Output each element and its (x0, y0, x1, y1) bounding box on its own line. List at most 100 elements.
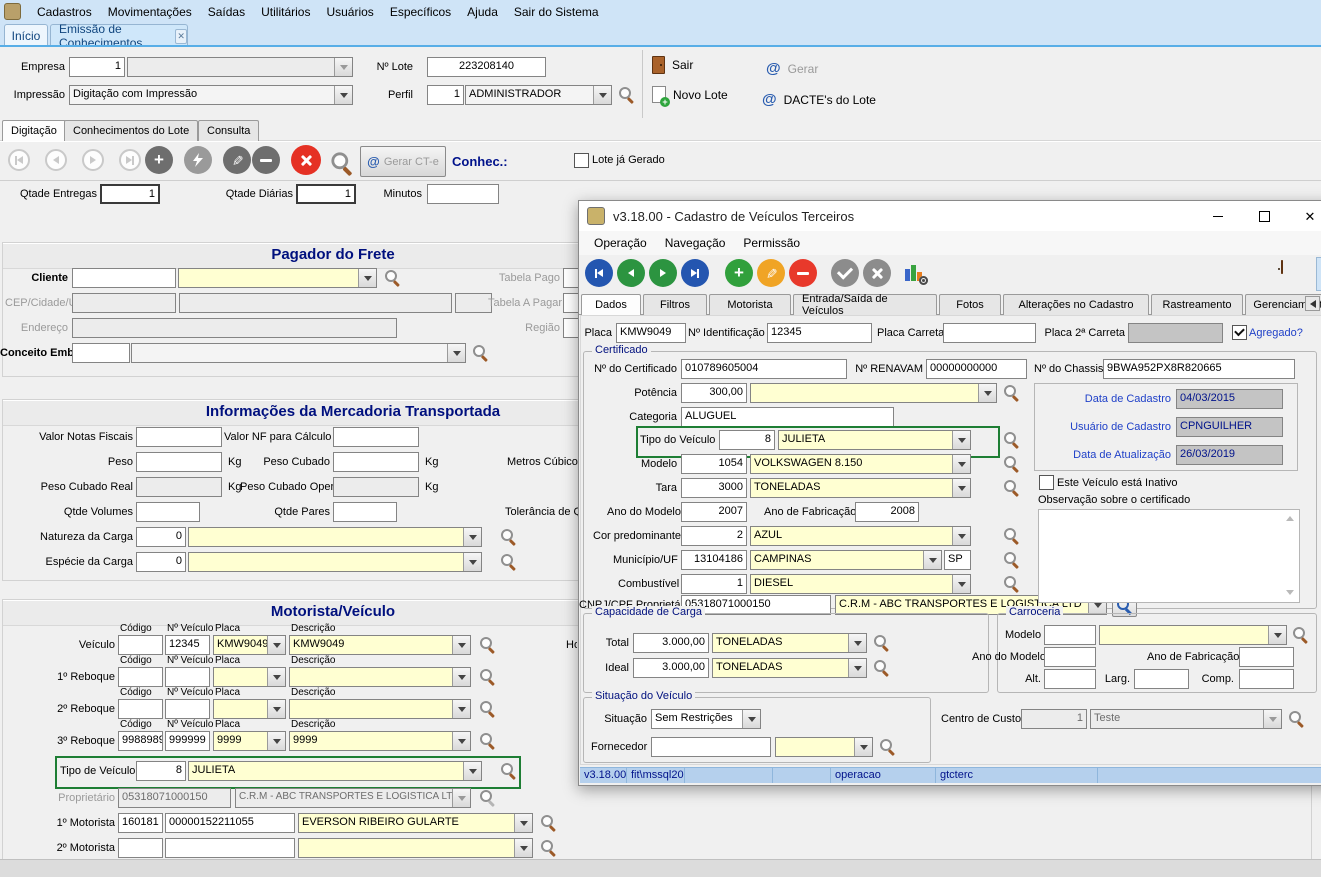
dlg-prev-button[interactable] (617, 259, 645, 287)
dlg-edit-button[interactable]: ✎ (757, 259, 785, 287)
peso-cubado-real-field[interactable] (136, 477, 222, 497)
situacao-combo[interactable]: Sem Restrições (651, 709, 761, 729)
valor-nf-calculo-field[interactable] (333, 427, 419, 447)
reboque3-codigo-field[interactable]: 9988989 (118, 731, 163, 751)
menu-movimentacoes[interactable]: Movimentações (100, 2, 200, 22)
combustivel-combo[interactable]: DIESEL (750, 574, 971, 594)
chart-button[interactable] (905, 261, 931, 285)
motorista2-combo[interactable] (298, 838, 533, 858)
larg-field[interactable] (1134, 669, 1189, 689)
reboque2-codigo-field[interactable] (118, 699, 163, 719)
qtade-diarias-field[interactable]: 1 (296, 184, 356, 204)
dlg-tab-entrada-saida[interactable]: Entrada/Saída de Veículos (793, 294, 937, 315)
cliente-combo[interactable] (178, 268, 377, 288)
tara-combo[interactable]: TONELADAS (750, 478, 971, 498)
tipo-veiculo-search-icon[interactable] (500, 762, 517, 779)
tipo-do-veiculo-code[interactable]: 8 (719, 430, 775, 450)
modelo-search-icon[interactable] (1003, 455, 1020, 472)
sair-button[interactable]: Sair (652, 56, 693, 74)
ncert-field[interactable]: 010789605004 (681, 359, 847, 379)
dlg-placa-field[interactable]: KMW9049 (616, 323, 686, 343)
uf-field[interactable] (455, 293, 492, 313)
fornecedor-combo[interactable] (775, 737, 873, 757)
dlg-tab-rastreamento[interactable]: Rastreamento (1151, 294, 1243, 315)
tipo-do-veiculo-search-icon[interactable] (1003, 431, 1020, 448)
fornecedor-search-icon[interactable] (879, 738, 896, 755)
obs-scroll-down-icon[interactable] (1283, 586, 1296, 599)
dlg-placa-carreta-field[interactable] (943, 323, 1036, 343)
motorista2-codigo-field[interactable] (118, 838, 163, 858)
last-record-icon[interactable] (119, 149, 141, 171)
menu-sair-do-sistema[interactable]: Sair do Sistema (506, 2, 607, 22)
minimize-button[interactable] (1197, 202, 1239, 231)
conceito-combo[interactable] (131, 343, 466, 363)
dlg-ident-field[interactable]: 12345 (767, 323, 872, 343)
potencia-field[interactable]: 300,00 (681, 383, 747, 403)
observacao-textarea[interactable] (1038, 509, 1300, 603)
maximize-button[interactable] (1243, 202, 1285, 231)
reboque1-search-icon[interactable] (479, 668, 496, 685)
reboque3-search-icon[interactable] (479, 732, 496, 749)
dialog-menu-permissao[interactable]: Permissão (734, 233, 809, 253)
veiculo-descricao-combo[interactable]: KMW9049 (289, 635, 471, 655)
municipio-combo[interactable]: CAMPINAS (750, 550, 942, 570)
remove-button[interactable] (252, 146, 280, 174)
dlg-tab-motorista[interactable]: Motorista (709, 294, 791, 315)
veiculo-search-icon[interactable] (479, 636, 496, 653)
first-record-icon[interactable] (8, 149, 30, 171)
tab-conhecimentos-do-lote[interactable]: Conhecimentos do Lote (64, 120, 198, 141)
carroceria-modelo-field[interactable] (1044, 625, 1096, 645)
centro-custo-combo[interactable]: Teste (1090, 709, 1282, 729)
dialog-menu-operacao[interactable]: Operação (585, 233, 656, 253)
reboque2-descricao-combo[interactable] (289, 699, 471, 719)
natureza-search-icon[interactable] (500, 528, 517, 545)
total-field[interactable]: 3.000,00 (633, 633, 709, 653)
dlg-confirm-button[interactable] (831, 259, 859, 287)
ideal-search-icon[interactable] (873, 659, 890, 676)
dlg-tab-alteracoes[interactable]: Alterações no Cadastro (1003, 294, 1149, 315)
dacte-button[interactable]: @ DACTE's do Lote (762, 91, 876, 108)
municipio-search-icon[interactable] (1003, 551, 1020, 568)
centro-custo-code[interactable]: 1 (1021, 709, 1087, 729)
tipo-veiculo-combo[interactable]: JULIETA (188, 761, 482, 781)
natureza-code-field[interactable]: 0 (136, 527, 186, 547)
menu-utilitarios[interactable]: Utilitários (253, 2, 318, 22)
conceito-code-field[interactable] (72, 343, 130, 363)
cancel-button[interactable] (291, 145, 321, 175)
lote-field[interactable]: 223208140 (427, 57, 546, 77)
veiculo-numero-field[interactable]: 12345 (165, 635, 210, 655)
motorista2-search-icon[interactable] (540, 839, 557, 856)
peso-field[interactable] (136, 452, 222, 472)
tab-digitacao[interactable]: Digitação (2, 120, 66, 141)
uf-field[interactable]: SP (944, 550, 971, 570)
ideal-field[interactable]: 3.000,00 (633, 658, 709, 678)
proprietario-combo[interactable]: C.R.M - ABC TRANSPORTES E LOGISTICA LTD (235, 788, 471, 808)
combustivel-code[interactable]: 1 (681, 574, 747, 594)
reboque3-descricao-combo[interactable]: 9999 (289, 731, 471, 751)
edit-button[interactable]: ✎ (223, 146, 251, 174)
especie-search-icon[interactable] (500, 553, 517, 570)
cliente-search-icon[interactable] (384, 269, 401, 286)
add-button[interactable]: + (145, 146, 173, 174)
municipio-code[interactable]: 13104186 (681, 550, 747, 570)
gerar-cte-button[interactable]: @ Gerar CT-e (360, 146, 446, 177)
motorista1-doc-field[interactable]: 00000152211055 (165, 813, 295, 833)
tab-scroll-left-icon[interactable] (1305, 296, 1320, 311)
carroceria-ano-fab-field[interactable] (1239, 647, 1294, 667)
tara-code[interactable]: 3000 (681, 478, 747, 498)
modelo-combo[interactable]: VOLKSWAGEN 8.150 (750, 454, 971, 474)
dlg-tab-fotos[interactable]: Fotos (939, 294, 1001, 315)
veiculo-placa-combo[interactable]: KMW9049 (213, 635, 286, 655)
valor-nf-field[interactable] (136, 427, 222, 447)
reboque1-placa-combo[interactable] (213, 667, 286, 687)
dlg-cancel-button[interactable] (863, 259, 891, 287)
motorista1-search-icon[interactable] (540, 814, 557, 831)
endereco-field[interactable] (72, 318, 397, 338)
reboque2-numero-field[interactable] (165, 699, 210, 719)
reboque2-placa-combo[interactable] (213, 699, 286, 719)
dlg-delete-button[interactable] (789, 259, 817, 287)
menu-especificos[interactable]: Específicos (382, 2, 459, 22)
ano-modelo-field[interactable]: 2007 (681, 502, 747, 522)
peso-cubado-oper-field[interactable] (333, 477, 419, 497)
reboque3-placa-combo[interactable]: 9999 (213, 731, 286, 751)
